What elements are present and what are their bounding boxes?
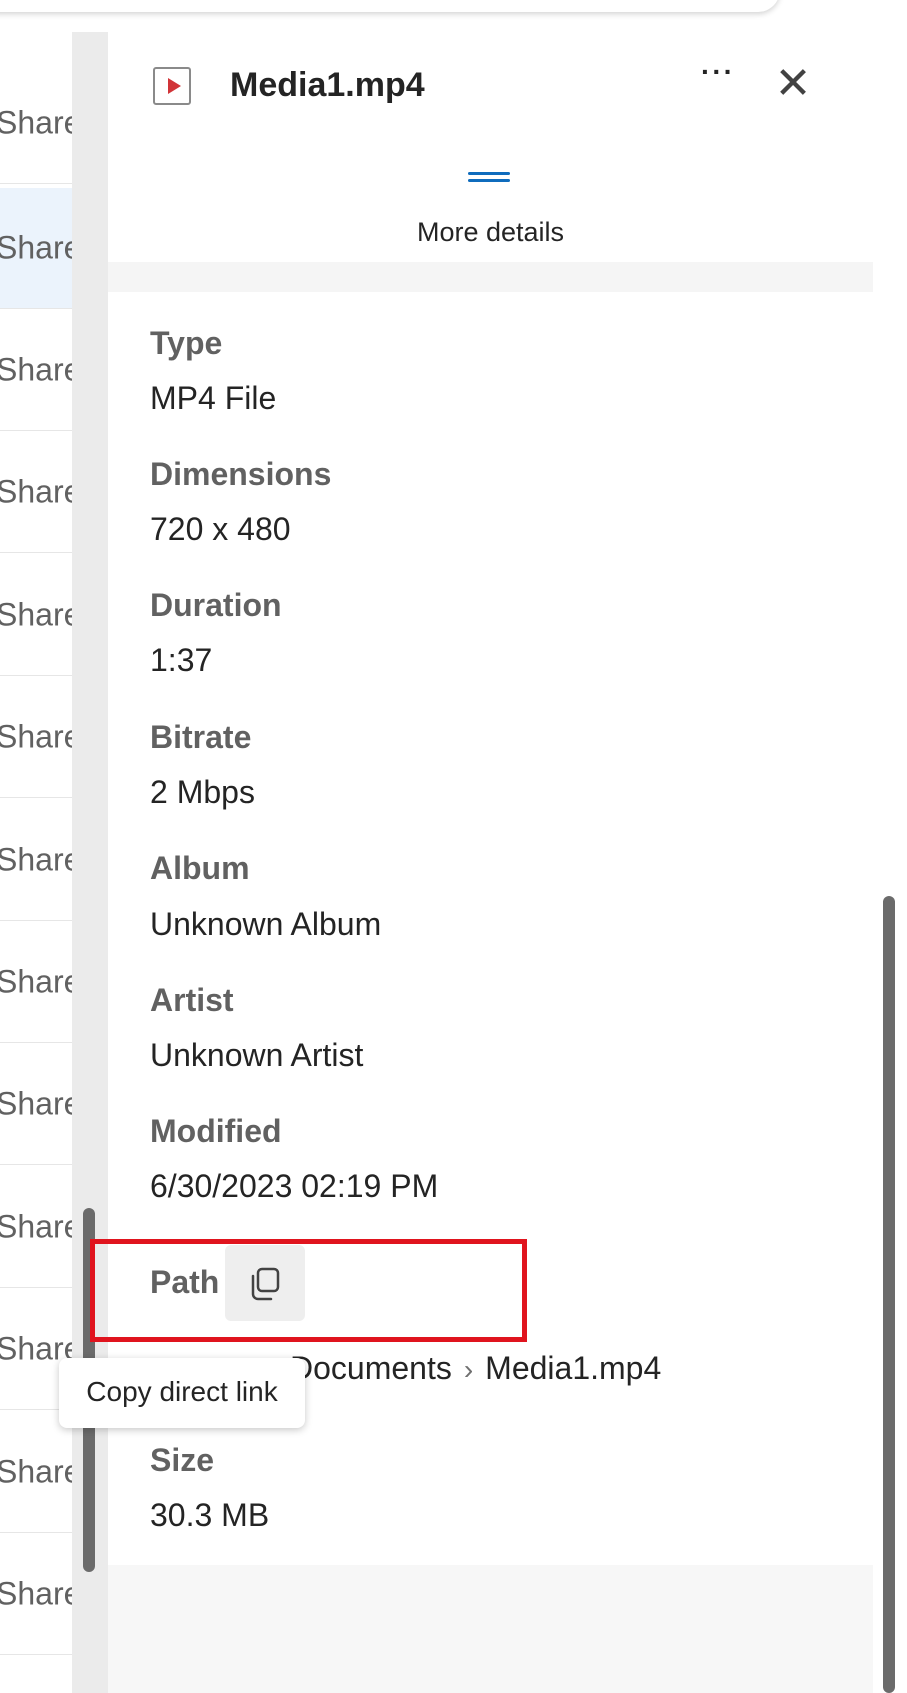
list-item-shared-label: Share: [0, 229, 72, 266]
details-scrollbar[interactable]: [883, 896, 895, 1693]
more-details-label[interactable]: More details: [108, 217, 873, 248]
list-item[interactable]: Share: [0, 800, 72, 921]
bitrate-value: 2 Mbps: [150, 774, 255, 810]
duration-label: Duration: [150, 587, 282, 623]
close-button[interactable]: ✕: [768, 60, 818, 110]
list-item-shared-label: Share: [0, 1085, 72, 1122]
details-footer: [108, 1565, 873, 1693]
drag-handle-icon[interactable]: [468, 172, 510, 184]
list-item-shared-label: Share: [0, 473, 72, 510]
size-label: Size: [150, 1442, 215, 1478]
list-item[interactable]: Share: [0, 63, 72, 184]
path-crumb-file[interactable]: Media1.mp4: [485, 1350, 661, 1386]
list-item[interactable]: Share: [0, 922, 72, 1043]
list-item[interactable]: Share: [0, 1412, 72, 1533]
list-item-shared-label: Share: [0, 1453, 72, 1490]
header-divider: [108, 262, 873, 292]
modified-label: Modified: [150, 1113, 282, 1149]
dimensions-label: Dimensions: [150, 456, 332, 492]
dimensions-value: 720 x 480: [150, 511, 291, 547]
artist-label: Artist: [150, 982, 234, 1018]
details-header: Media1.mp4 ··· ✕ More details: [108, 32, 873, 262]
video-file-icon: [153, 67, 191, 105]
size-value: 30.3 MB: [150, 1497, 270, 1533]
bitrate-label: Bitrate: [150, 719, 252, 755]
list-item-shared-label: Share: [0, 351, 72, 388]
type-label: Type: [150, 325, 223, 361]
tooltip: Copy direct link: [59, 1358, 305, 1428]
details-pane: Media1.mp4 ··· ✕ More details Type MP4 F…: [90, 32, 873, 1693]
list-item[interactable]: Share: [0, 555, 72, 676]
list-item-shared-label: Share: [0, 841, 72, 878]
list-item[interactable]: Share: [0, 677, 72, 798]
file-title: Media1.mp4: [230, 66, 425, 104]
list-item-shared-label: Share: [0, 1208, 72, 1245]
duration-value: 1:37: [150, 642, 213, 678]
list-item-shared-label: Share: [0, 104, 72, 141]
list-item[interactable]: Share: [0, 1534, 72, 1655]
album-label: Album: [150, 850, 250, 886]
more-options-button[interactable]: ···: [688, 58, 748, 102]
modified-value: 6/30/2023 02:19 PM: [150, 1168, 439, 1204]
list-item-selected[interactable]: Share: [0, 188, 72, 309]
list-item[interactable]: Share: [0, 1044, 72, 1165]
tooltip-text: Copy direct link: [86, 1376, 278, 1407]
list-item[interactable]: Share: [0, 1167, 72, 1288]
search-box-edge[interactable]: [0, 0, 780, 12]
list-item[interactable]: Share: [0, 432, 72, 553]
list-item-shared-label: Share: [0, 963, 72, 1000]
list-item-shared-label: Share: [0, 718, 72, 755]
type-value: MP4 File: [150, 380, 277, 416]
list-item-shared-label: Share: [0, 1575, 72, 1612]
list-item[interactable]: Share: [0, 310, 72, 431]
artist-value: Unknown Artist: [150, 1037, 364, 1073]
file-list: Share Share Share Share Share Share Shar…: [0, 0, 72, 1693]
list-item-shared-label: Share: [0, 596, 72, 633]
album-value: Unknown Album: [150, 906, 382, 942]
chevron-right-icon: ›: [463, 1354, 474, 1385]
highlight-annotation: [90, 1239, 527, 1342]
path-crumb-documents[interactable]: Documents: [290, 1350, 452, 1386]
